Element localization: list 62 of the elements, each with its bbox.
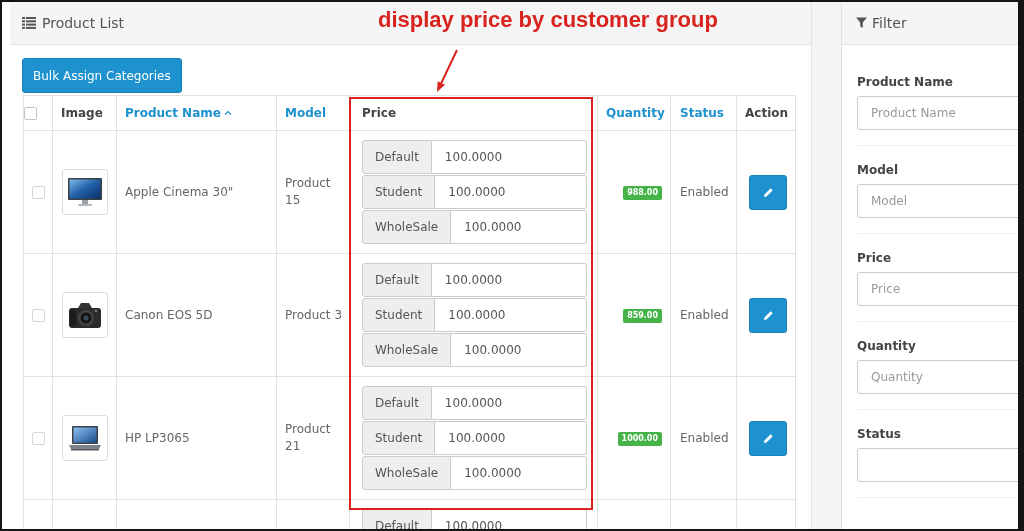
edit-button[interactable] [749,297,787,333]
text-field[interactable]: Price [857,272,1018,306]
laptop-icon [66,423,103,453]
product-model: Product 21 [285,422,331,453]
price-input[interactable]: 100.0000 [431,140,587,174]
text-field[interactable]: Model [857,184,1018,218]
product-name: Canon EOS 5D [125,307,213,322]
funnel-icon [856,17,867,29]
price-input[interactable]: 100.0000 [451,210,587,244]
field-label: Quantity [857,338,917,355]
price-input[interactable]: 100.0000 [451,456,587,490]
price-input[interactable]: 100.0000 [435,175,587,209]
customer-group-label: Default [362,263,432,297]
panel-title: Product List [42,14,125,32]
pencil-icon [762,186,774,198]
quantity-badge: 988.00 [623,186,662,200]
product-model: Product 3 [285,307,342,322]
customer-group-label: Student [362,421,436,455]
customer-group-label: Student [362,175,436,209]
product-name: HP LP3065 [125,430,190,445]
customer-group-label: WholeSale [362,333,452,367]
monitor-icon [66,177,103,207]
annotation-text: display price by customer group [378,7,718,33]
customer-group-label: WholeSale [362,210,452,244]
pencil-icon [762,432,774,444]
text-field[interactable]: Product Name [857,96,1018,130]
customer-group-label: Default [362,140,432,174]
bulk-assign-button[interactable]: Bulk Assign Categories [22,58,182,93]
select-all-checkbox[interactable] [24,107,37,120]
dropdown-field[interactable] [857,448,1018,482]
price-input[interactable]: 100.0000 [451,333,587,367]
row-checkbox[interactable] [31,309,45,322]
row-checkbox[interactable] [31,432,45,445]
price-input[interactable]: 100.0000 [435,421,587,455]
edit-button[interactable] [749,174,787,210]
column-header: Action [745,106,789,120]
edit-button[interactable] [749,420,787,456]
customer-group-label: WholeSale [362,456,452,490]
product-model: Product 15 [285,176,331,207]
quantity-badge: 1000.00 [617,432,662,446]
field-label: Product Name [857,74,954,91]
panel-title: Filter [872,14,907,32]
price-input[interactable]: 100.0000 [435,298,587,332]
column-header: Price [362,106,397,120]
field-label: Price [857,250,893,267]
field-label: Model [857,162,900,179]
column-header: Image [61,106,103,120]
field-label: Status [857,426,902,443]
row-checkbox[interactable] [31,186,45,199]
product-name: Apple Cinema 30" [125,184,234,199]
customer-group-label: Student [362,298,436,332]
quantity-badge: 859.00 [623,309,662,323]
price-input[interactable]: 100.0000 [431,263,587,297]
pencil-icon [762,309,774,321]
text-field[interactable]: Quantity [857,360,1018,394]
customer-group-label: Default [362,386,432,420]
product-status: Enabled [680,307,729,322]
product-status: Enabled [680,430,729,445]
product-status: Enabled [680,184,729,199]
list-icon [22,17,36,29]
price-input[interactable]: 100.0000 [431,386,587,420]
camera-icon [66,300,103,330]
